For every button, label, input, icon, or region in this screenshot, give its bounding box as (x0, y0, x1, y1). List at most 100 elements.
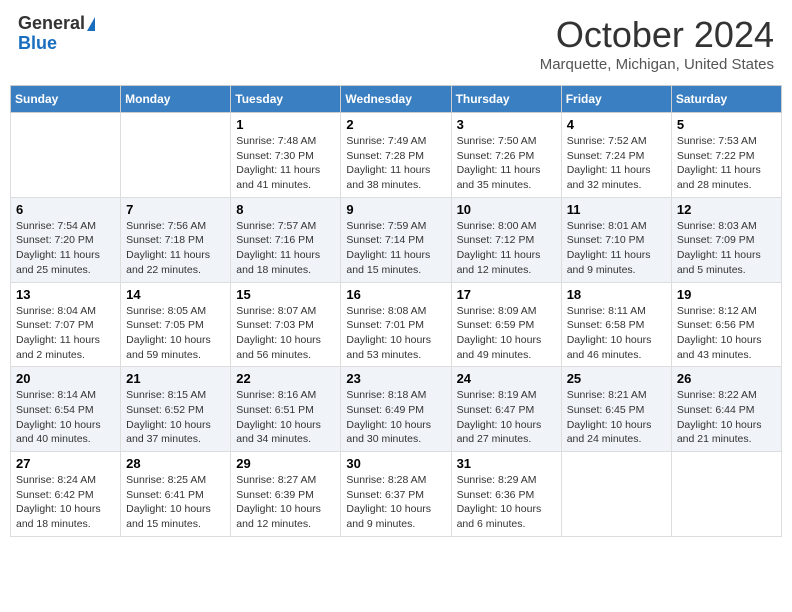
day-number: 16 (346, 287, 445, 302)
day-number: 30 (346, 456, 445, 471)
day-number: 27 (16, 456, 115, 471)
calendar-week-3: 13 Sunrise: 8:04 AM Sunset: 7:07 PM Dayli… (11, 282, 782, 367)
calendar-cell: 21Sunrise: 8:15 AM Sunset: 6:52 PM Dayli… (121, 367, 231, 452)
header-tuesday: Tuesday (231, 86, 341, 113)
title-section: October 2024 Marquette, Michigan, United… (540, 14, 774, 73)
calendar-cell: 31Sunrise: 8:29 AM Sunset: 6:36 PM Dayli… (451, 452, 561, 537)
calendar-cell: 25Sunrise: 8:21 AM Sunset: 6:45 PM Dayli… (561, 367, 671, 452)
day-info: Sunrise: 7:53 AM Sunset: 7:22 PM Dayligh… (677, 134, 776, 193)
day-info: Sunrise: 8:03 AM Sunset: 7:09 PM Dayligh… (677, 219, 776, 278)
calendar-table: SundayMondayTuesdayWednesdayThursdayFrid… (10, 85, 782, 537)
day-info: Sunrise: 8:25 AM Sunset: 6:41 PM Dayligh… (126, 473, 225, 532)
day-info: Sunrise: 7:49 AM Sunset: 7:28 PM Dayligh… (346, 134, 445, 193)
day-info: Sunrise: 8:00 AM Sunset: 7:12 PM Dayligh… (457, 219, 556, 278)
calendar-cell: 20 Sunrise: 8:14 AM Sunset: 6:54 PM Dayli… (11, 367, 121, 452)
header-friday: Friday (561, 86, 671, 113)
day-number: 26 (677, 371, 776, 386)
day-info: Sunrise: 8:19 AM Sunset: 6:47 PM Dayligh… (457, 388, 556, 447)
location-text: Marquette, Michigan, United States (540, 56, 774, 73)
day-info: Sunrise: 8:08 AM Sunset: 7:01 PM Dayligh… (346, 304, 445, 363)
day-info: Sunrise: 8:07 AM Sunset: 7:03 PM Dayligh… (236, 304, 335, 363)
logo-icon (87, 17, 95, 31)
calendar-cell: 8Sunrise: 7:57 AM Sunset: 7:16 PM Daylig… (231, 197, 341, 282)
day-info: Sunrise: 8:04 AM Sunset: 7:07 PM Dayligh… (16, 304, 115, 363)
day-number: 31 (457, 456, 556, 471)
day-info: Sunrise: 7:59 AM Sunset: 7:14 PM Dayligh… (346, 219, 445, 278)
day-number: 28 (126, 456, 225, 471)
calendar-cell: 18 Sunrise: 8:11 AM Sunset: 6:58 PM Dayli… (561, 282, 671, 367)
day-info: Sunrise: 8:22 AM Sunset: 6:44 PM Dayligh… (677, 388, 776, 447)
day-number: 1 (236, 117, 335, 132)
calendar-cell: 27 Sunrise: 8:24 AM Sunset: 6:42 PM Dayli… (11, 452, 121, 537)
calendar-week-5: 27 Sunrise: 8:24 AM Sunset: 6:42 PM Dayli… (11, 452, 782, 537)
calendar-cell: 6 Sunrise: 7:54 AM Sunset: 7:20 PM Daylig… (11, 197, 121, 282)
day-number: 13 (16, 287, 115, 302)
day-info: Sunrise: 8:11 AM Sunset: 6:58 PM Dayligh… (567, 304, 666, 363)
day-number: 22 (236, 371, 335, 386)
calendar-cell (121, 113, 231, 198)
calendar-cell: 15 Sunrise: 8:07 AM Sunset: 7:03 PM Dayli… (231, 282, 341, 367)
day-number: 23 (346, 371, 445, 386)
day-info: Sunrise: 7:52 AM Sunset: 7:24 PM Dayligh… (567, 134, 666, 193)
calendar-cell: 29Sunrise: 8:27 AM Sunset: 6:39 PM Dayli… (231, 452, 341, 537)
calendar-cell: 14 Sunrise: 8:05 AM Sunset: 7:05 PM Dayli… (121, 282, 231, 367)
calendar-cell: 9 Sunrise: 7:59 AM Sunset: 7:14 PM Daylig… (341, 197, 451, 282)
calendar-header-row: SundayMondayTuesdayWednesdayThursdayFrid… (11, 86, 782, 113)
day-info: Sunrise: 8:14 AM Sunset: 6:54 PM Dayligh… (16, 388, 115, 447)
day-number: 9 (346, 202, 445, 217)
calendar-cell: 12 Sunrise: 8:03 AM Sunset: 7:09 PM Dayli… (671, 197, 781, 282)
calendar-cell: 24Sunrise: 8:19 AM Sunset: 6:47 PM Dayli… (451, 367, 561, 452)
calendar-week-2: 6 Sunrise: 7:54 AM Sunset: 7:20 PM Daylig… (11, 197, 782, 282)
calendar-cell: 10Sunrise: 8:00 AM Sunset: 7:12 PM Dayli… (451, 197, 561, 282)
calendar-cell: 7Sunrise: 7:56 AM Sunset: 7:18 PM Daylig… (121, 197, 231, 282)
calendar-cell: 17 Sunrise: 8:09 AM Sunset: 6:59 PM Dayli… (451, 282, 561, 367)
calendar-cell: 2 Sunrise: 7:49 AM Sunset: 7:28 PM Daylig… (341, 113, 451, 198)
calendar-cell (11, 113, 121, 198)
day-number: 2 (346, 117, 445, 132)
day-number: 17 (457, 287, 556, 302)
day-info: Sunrise: 8:01 AM Sunset: 7:10 PM Dayligh… (567, 219, 666, 278)
calendar-week-1: 1Sunrise: 7:48 AM Sunset: 7:30 PM Daylig… (11, 113, 782, 198)
calendar-week-4: 20 Sunrise: 8:14 AM Sunset: 6:54 PM Dayli… (11, 367, 782, 452)
calendar-cell: 3Sunrise: 7:50 AM Sunset: 7:26 PM Daylig… (451, 113, 561, 198)
day-number: 11 (567, 202, 666, 217)
header-thursday: Thursday (451, 86, 561, 113)
day-number: 3 (457, 117, 556, 132)
day-number: 14 (126, 287, 225, 302)
day-number: 7 (126, 202, 225, 217)
day-number: 4 (567, 117, 666, 132)
day-info: Sunrise: 8:21 AM Sunset: 6:45 PM Dayligh… (567, 388, 666, 447)
day-info: Sunrise: 8:28 AM Sunset: 6:37 PM Dayligh… (346, 473, 445, 532)
day-info: Sunrise: 8:05 AM Sunset: 7:05 PM Dayligh… (126, 304, 225, 363)
header-wednesday: Wednesday (341, 86, 451, 113)
calendar-cell: 11 Sunrise: 8:01 AM Sunset: 7:10 PM Dayli… (561, 197, 671, 282)
header-monday: Monday (121, 86, 231, 113)
calendar-cell: 22 Sunrise: 8:16 AM Sunset: 6:51 PM Dayli… (231, 367, 341, 452)
logo-blue-text: Blue (18, 34, 95, 54)
day-number: 5 (677, 117, 776, 132)
day-number: 20 (16, 371, 115, 386)
day-info: Sunrise: 8:24 AM Sunset: 6:42 PM Dayligh… (16, 473, 115, 532)
calendar-cell: 13 Sunrise: 8:04 AM Sunset: 7:07 PM Dayli… (11, 282, 121, 367)
month-title: October 2024 (540, 14, 774, 56)
day-info: Sunrise: 8:16 AM Sunset: 6:51 PM Dayligh… (236, 388, 335, 447)
header-saturday: Saturday (671, 86, 781, 113)
day-number: 19 (677, 287, 776, 302)
calendar-cell: 30 Sunrise: 8:28 AM Sunset: 6:37 PM Dayli… (341, 452, 451, 537)
calendar-cell: 4 Sunrise: 7:52 AM Sunset: 7:24 PM Daylig… (561, 113, 671, 198)
day-number: 12 (677, 202, 776, 217)
calendar-cell: 1Sunrise: 7:48 AM Sunset: 7:30 PM Daylig… (231, 113, 341, 198)
page-header: General Blue October 2024 Marquette, Mic… (10, 10, 782, 77)
day-info: Sunrise: 8:18 AM Sunset: 6:49 PM Dayligh… (346, 388, 445, 447)
calendar-cell (671, 452, 781, 537)
logo: General Blue (18, 14, 95, 54)
calendar-cell: 16 Sunrise: 8:08 AM Sunset: 7:01 PM Dayli… (341, 282, 451, 367)
day-number: 6 (16, 202, 115, 217)
day-info: Sunrise: 8:09 AM Sunset: 6:59 PM Dayligh… (457, 304, 556, 363)
day-info: Sunrise: 7:54 AM Sunset: 7:20 PM Dayligh… (16, 219, 115, 278)
calendar-cell: 23 Sunrise: 8:18 AM Sunset: 6:49 PM Dayli… (341, 367, 451, 452)
header-sunday: Sunday (11, 86, 121, 113)
day-number: 18 (567, 287, 666, 302)
day-number: 29 (236, 456, 335, 471)
day-number: 15 (236, 287, 335, 302)
